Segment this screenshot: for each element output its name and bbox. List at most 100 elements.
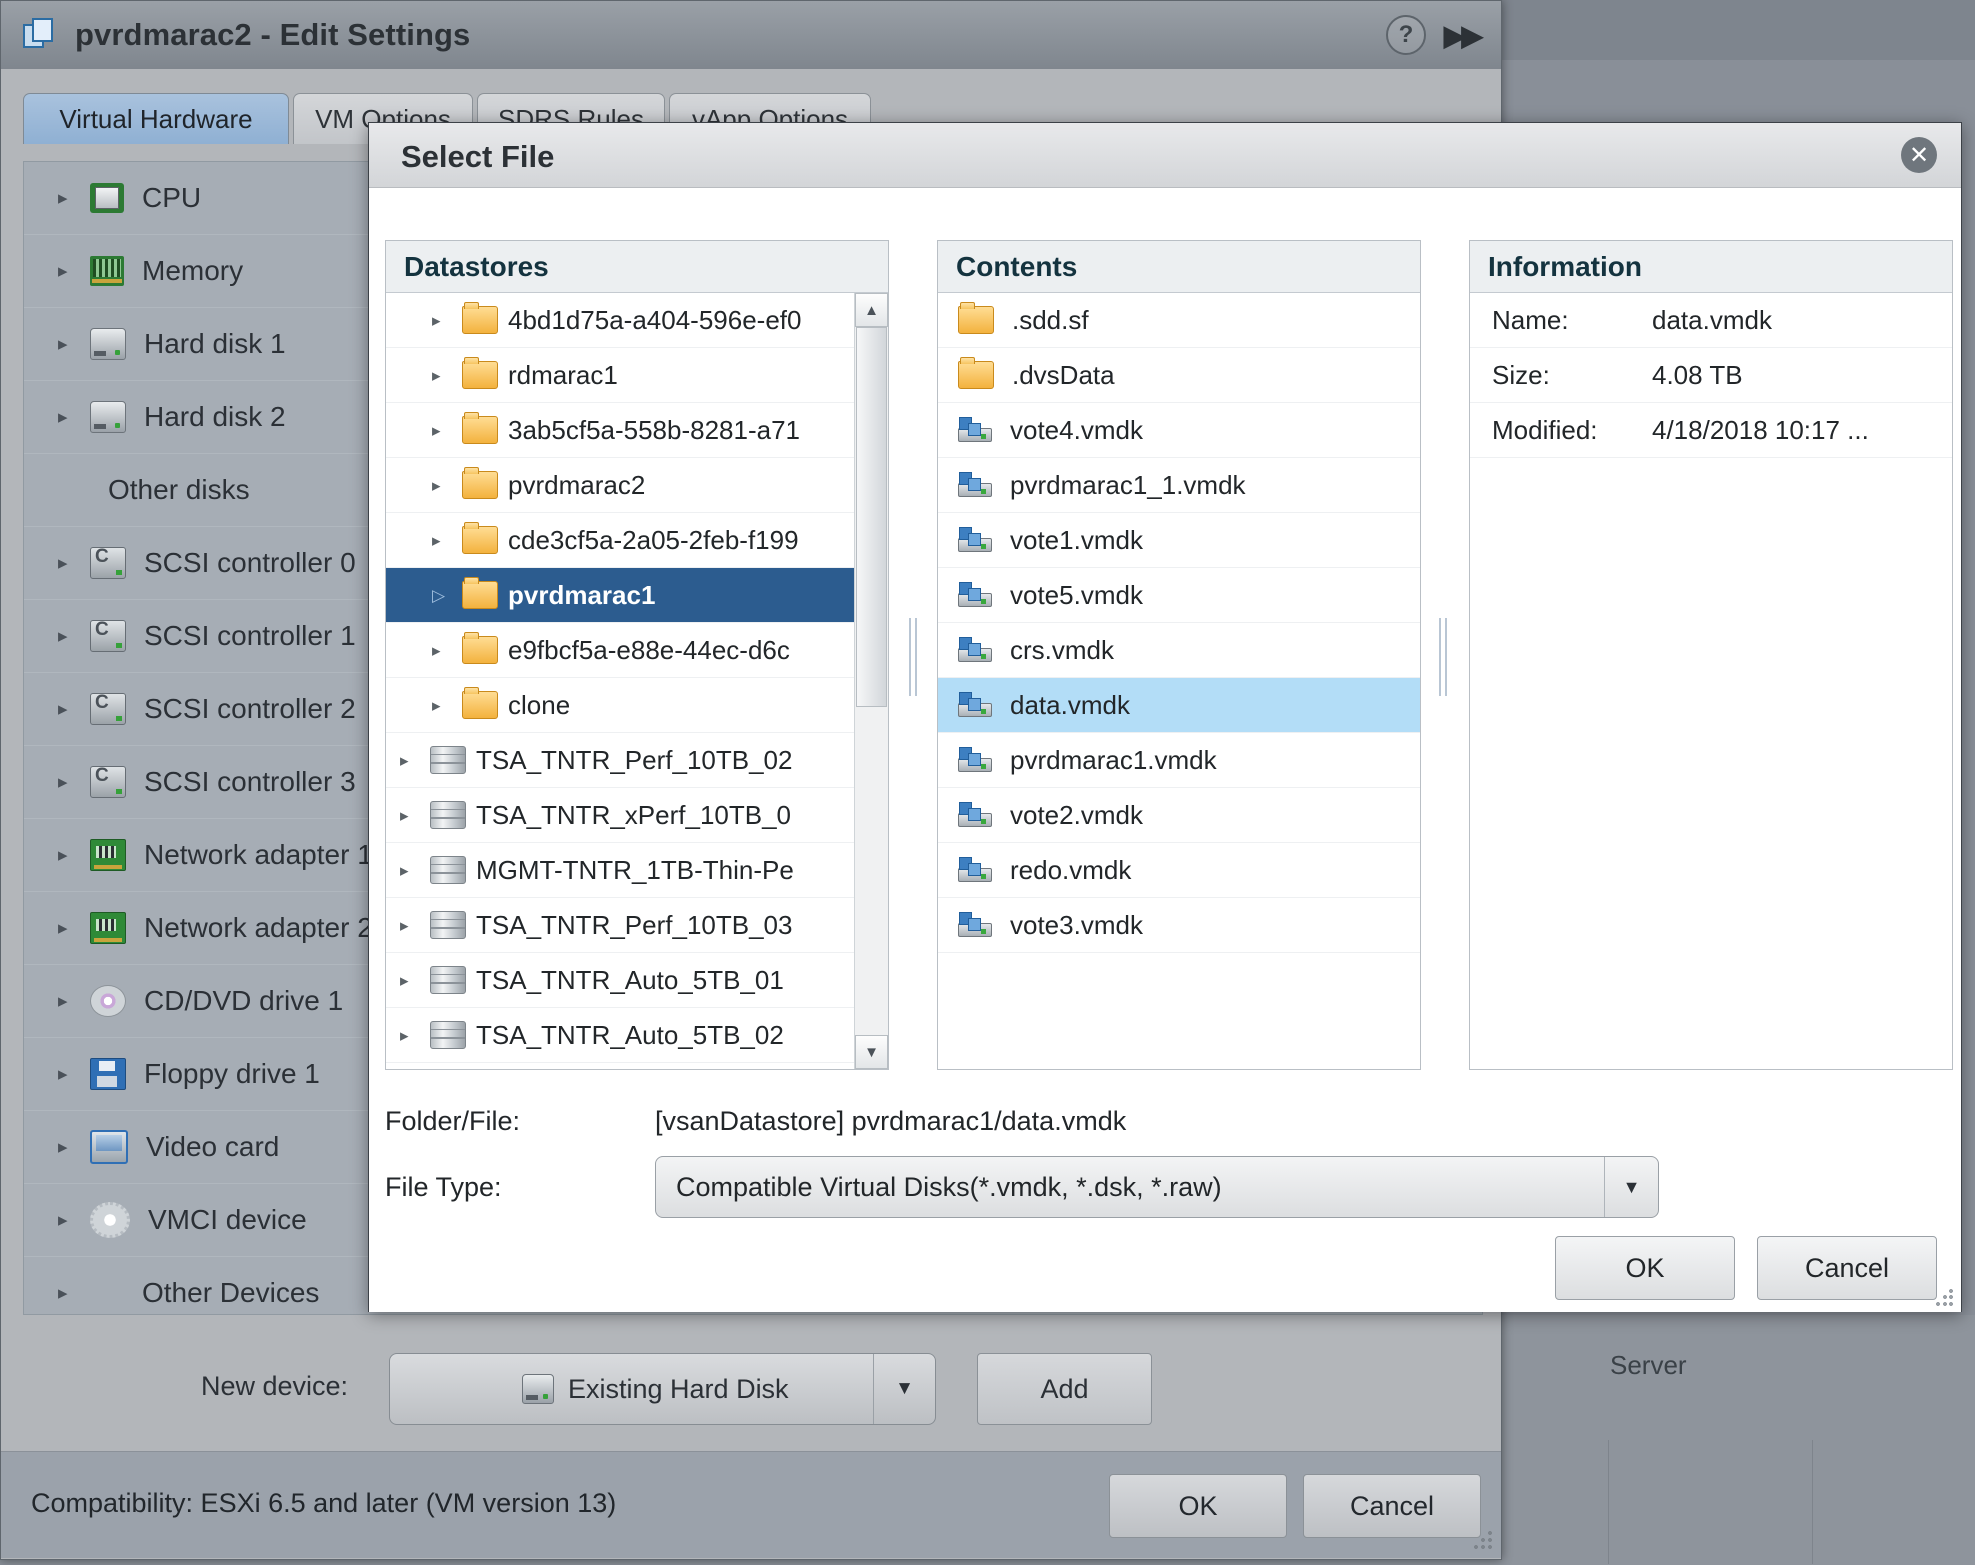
network-adapter-icon bbox=[90, 912, 126, 944]
file-row-vote3[interactable]: vote3.vmdk bbox=[938, 898, 1420, 953]
tree-item-datastore-8[interactable]: ▸ TSA_TNTR_Perf_10TB_02 bbox=[386, 733, 888, 788]
file-row-redo[interactable]: redo.vmdk bbox=[938, 843, 1420, 898]
tree-item-datastore-11[interactable]: ▸ TSA_TNTR_Perf_10TB_03 bbox=[386, 898, 888, 953]
tree-item-1[interactable]: ▸ rdmarac1 bbox=[386, 348, 888, 403]
info-key: Size: bbox=[1492, 360, 1652, 391]
panel-splitter-right[interactable] bbox=[1435, 618, 1453, 696]
device-label: SCSI controller 1 bbox=[144, 620, 356, 652]
select-file-resize-grip[interactable] bbox=[1935, 1288, 1955, 1308]
tree-item-label: TSA_TNTR_Auto_5TB_02 bbox=[476, 1020, 784, 1051]
file-row-vote4[interactable]: vote4.vmdk bbox=[938, 403, 1420, 458]
new-device-dropdown[interactable]: Existing Hard Disk ▼ bbox=[389, 1353, 936, 1425]
file-row-vote2[interactable]: vote2.vmdk bbox=[938, 788, 1420, 843]
expand-twisty-icon[interactable]: ▷ bbox=[432, 587, 450, 604]
file-row-dvsdata[interactable]: .dvsData bbox=[938, 348, 1420, 403]
select-file-body: Datastores ▸ 4bd1d75a-a404-596e-ef0 ▸ rd… bbox=[369, 188, 1961, 1312]
vmdk-icon bbox=[958, 417, 992, 443]
file-row-pvrdmarac1[interactable]: pvrdmarac1.vmdk bbox=[938, 733, 1420, 788]
tree-item-2[interactable]: ▸ 3ab5cf5a-558b-8281-a71 bbox=[386, 403, 888, 458]
expand-twisty-icon[interactable]: ▸ bbox=[58, 992, 78, 1011]
tree-item-clone[interactable]: ▸ clone bbox=[386, 678, 888, 733]
contents-file-list[interactable]: .sdd.sf .dvsData vote4.vmdk pvrdmarac1_1… bbox=[938, 293, 1420, 1069]
scsi-controller-icon bbox=[90, 547, 126, 579]
edit-settings-titlebar: pvrdmarac2 - Edit Settings ? ▶▶ bbox=[1, 1, 1501, 70]
vmdk-icon bbox=[958, 637, 992, 663]
datastores-panel: Datastores ▸ 4bd1d75a-a404-596e-ef0 ▸ rd… bbox=[385, 240, 889, 1070]
datastores-scrollbar[interactable]: ▲ ▼ bbox=[854, 293, 888, 1069]
expand-twisty-icon[interactable]: ▸ bbox=[432, 367, 450, 384]
expand-twisty-icon[interactable]: ▸ bbox=[58, 1065, 78, 1084]
expand-twisty-icon[interactable]: ▸ bbox=[400, 752, 418, 769]
expand-twisty-icon[interactable]: ▸ bbox=[58, 335, 78, 354]
expand-twisty-icon[interactable]: ▸ bbox=[58, 773, 78, 792]
device-label: Other Devices bbox=[142, 1277, 319, 1309]
tree-item-datastore-13[interactable]: ▸ TSA_TNTR_Auto_5TB_02 bbox=[386, 1008, 888, 1063]
device-label: Other disks bbox=[108, 474, 250, 506]
file-row-crs[interactable]: crs.vmdk bbox=[938, 623, 1420, 678]
scroll-up-icon[interactable]: ▲ bbox=[855, 293, 888, 327]
expand-twisty-icon[interactable]: ▸ bbox=[432, 477, 450, 494]
expand-twisty-icon[interactable]: ▸ bbox=[58, 1284, 78, 1303]
file-row-sdd-sf[interactable]: .sdd.sf bbox=[938, 293, 1420, 348]
panel-splitter-left[interactable] bbox=[905, 618, 923, 696]
resize-grip[interactable] bbox=[1473, 1530, 1495, 1552]
expand-twisty-icon[interactable]: ▸ bbox=[400, 807, 418, 824]
datastores-tree[interactable]: ▸ 4bd1d75a-a404-596e-ef0 ▸ rdmarac1 ▸ 3a… bbox=[386, 293, 888, 1069]
expand-twisty-icon[interactable]: ▸ bbox=[58, 1211, 78, 1230]
tree-item-label: pvrdmarac2 bbox=[508, 470, 645, 501]
titlebar-actions: ? ▶▶ bbox=[1386, 15, 1479, 55]
info-key: Name: bbox=[1492, 305, 1652, 336]
tree-item-4[interactable]: ▸ cde3cf5a-2a05-2feb-f199 bbox=[386, 513, 888, 568]
select-file-ok-button[interactable]: OK bbox=[1555, 1236, 1735, 1300]
tree-item-3[interactable]: ▸ pvrdmarac2 bbox=[386, 458, 888, 513]
expand-twisty-icon[interactable]: ▸ bbox=[58, 189, 78, 208]
new-device-value: Existing Hard Disk bbox=[568, 1374, 789, 1405]
help-icon[interactable]: ? bbox=[1386, 15, 1426, 55]
tree-item-datastore-12[interactable]: ▸ TSA_TNTR_Auto_5TB_01 bbox=[386, 953, 888, 1008]
scroll-down-icon[interactable]: ▼ bbox=[855, 1035, 888, 1069]
tree-item-datastore-10[interactable]: ▸ MGMT-TNTR_1TB-Thin-Pe bbox=[386, 843, 888, 898]
expand-twisty-icon[interactable]: ▸ bbox=[432, 642, 450, 659]
file-type-label: File Type: bbox=[385, 1172, 502, 1203]
info-value: data.vmdk bbox=[1652, 305, 1772, 336]
add-device-button[interactable]: Add bbox=[977, 1353, 1152, 1425]
vmdk-icon bbox=[958, 692, 992, 718]
file-row-pvrdmarac1-1[interactable]: pvrdmarac1_1.vmdk bbox=[938, 458, 1420, 513]
select-file-cancel-button[interactable]: Cancel bbox=[1757, 1236, 1937, 1300]
tree-item-datastore-9[interactable]: ▸ TSA_TNTR_xPerf_10TB_0 bbox=[386, 788, 888, 843]
expand-chevron-icon[interactable]: ▶▶ bbox=[1444, 19, 1479, 52]
file-row-vote1[interactable]: vote1.vmdk bbox=[938, 513, 1420, 568]
file-row-vote5[interactable]: vote5.vmdk bbox=[938, 568, 1420, 623]
expand-twisty-icon[interactable]: ▸ bbox=[432, 312, 450, 329]
expand-twisty-icon[interactable]: ▸ bbox=[58, 919, 78, 938]
file-row-data-vmdk-selected[interactable]: data.vmdk bbox=[938, 678, 1420, 733]
expand-twisty-icon[interactable]: ▸ bbox=[432, 422, 450, 439]
expand-twisty-icon[interactable]: ▸ bbox=[58, 846, 78, 865]
edit-settings-ok-button[interactable]: OK bbox=[1109, 1474, 1287, 1538]
vmdk-icon bbox=[958, 527, 992, 553]
chevron-down-icon[interactable]: ▼ bbox=[873, 1354, 935, 1424]
chevron-down-icon[interactable]: ▼ bbox=[1604, 1157, 1658, 1217]
expand-twisty-icon[interactable]: ▸ bbox=[58, 408, 78, 427]
expand-twisty-icon[interactable]: ▸ bbox=[400, 862, 418, 879]
expand-twisty-icon[interactable]: ▸ bbox=[58, 262, 78, 281]
tree-item-pvrdmarac1-selected[interactable]: ▷ pvrdmarac1 bbox=[386, 568, 888, 623]
expand-twisty-icon[interactable]: ▸ bbox=[400, 917, 418, 934]
tree-item-6[interactable]: ▸ e9fbcf5a-e88e-44ec-d6c bbox=[386, 623, 888, 678]
expand-twisty-icon[interactable]: ▸ bbox=[58, 1138, 78, 1157]
expand-twisty-icon[interactable]: ▸ bbox=[400, 972, 418, 989]
folder-icon bbox=[462, 691, 498, 719]
tree-item-0[interactable]: ▸ 4bd1d75a-a404-596e-ef0 bbox=[386, 293, 888, 348]
expand-twisty-icon[interactable]: ▸ bbox=[400, 1027, 418, 1044]
expand-twisty-icon[interactable]: ▸ bbox=[58, 700, 78, 719]
contents-header-label: Contents bbox=[956, 251, 1077, 283]
expand-twisty-icon[interactable]: ▸ bbox=[58, 627, 78, 646]
tab-virtual-hardware[interactable]: Virtual Hardware bbox=[23, 93, 289, 144]
expand-twisty-icon[interactable]: ▸ bbox=[58, 554, 78, 573]
scrollbar-thumb[interactable] bbox=[856, 327, 887, 707]
expand-twisty-icon[interactable]: ▸ bbox=[432, 697, 450, 714]
edit-settings-cancel-button[interactable]: Cancel bbox=[1303, 1474, 1481, 1538]
file-type-dropdown[interactable]: Compatible Virtual Disks(*.vmdk, *.dsk, … bbox=[655, 1156, 1659, 1218]
expand-twisty-icon[interactable]: ▸ bbox=[432, 532, 450, 549]
close-icon[interactable]: ✕ bbox=[1901, 137, 1937, 173]
